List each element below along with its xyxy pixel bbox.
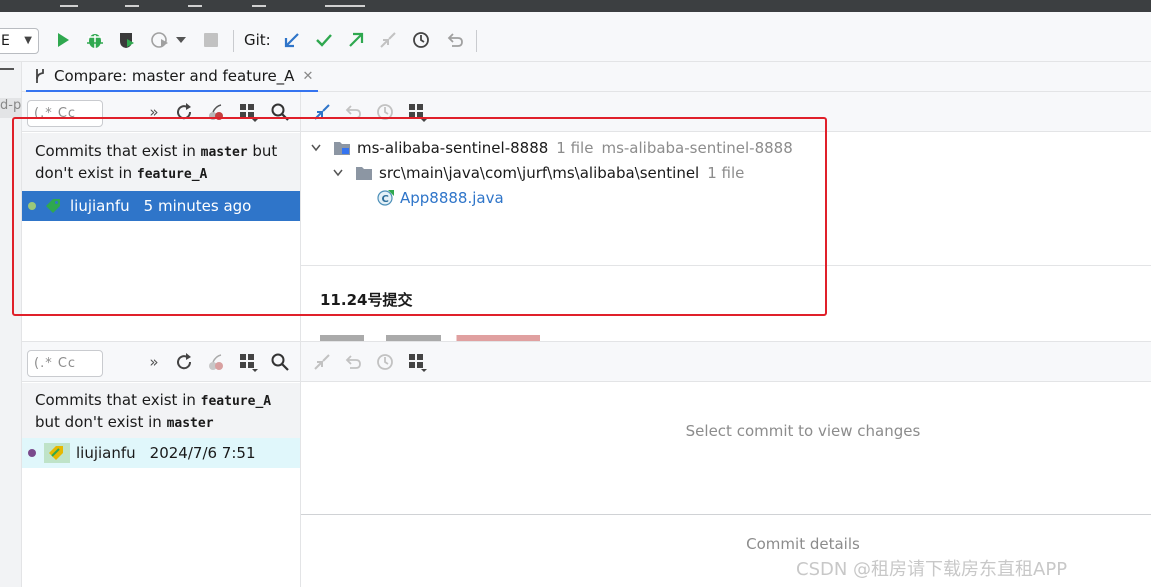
git-update-icon[interactable] [281,29,303,51]
stop-icon[interactable] [200,29,222,51]
commit-author: liujianfu [76,444,136,462]
layout-icon[interactable] [238,352,258,372]
highlight-annotation-box [12,117,827,316]
empty-details-text: Commit details [746,535,860,553]
git-history-icon[interactable] [410,29,432,51]
commit-row[interactable]: liujianfu 2024/7/6 7:51 [22,438,300,468]
search-icon[interactable] [270,352,290,372]
git-commit-icon[interactable] [313,29,335,51]
lower-log-toolbar: (.* Cc » [22,342,300,382]
minimize-icon[interactable] [0,68,14,70]
history-icon[interactable] [375,352,395,372]
cherry-pick-icon[interactable] [206,352,226,372]
lower-list-header: Commits that exist in feature_A but don'… [22,383,300,438]
branch-name: master [166,416,214,431]
run-icon[interactable] [52,29,74,51]
lower-commit-list: Commits that exist in feature_A but don'… [22,383,300,587]
chevron-right-double-icon[interactable]: » [144,352,164,372]
lower-changes-toolbar [301,342,1151,382]
commit-node-dot [28,449,36,457]
tab-title: Compare: master and feature_A [54,67,295,85]
toolbar-separator [233,30,234,52]
editor-tab-bar: Compare: master and feature_A ✕ [22,62,1151,92]
refresh-icon[interactable] [174,352,194,372]
revert-icon[interactable] [343,352,363,372]
git-merge-icon[interactable] [377,29,399,51]
commit-time: 2024/7/6 7:51 [149,444,256,462]
branch-icon [34,68,46,84]
profile-icon[interactable] [150,29,172,51]
header-text: Commits that exist in [35,391,201,409]
empty-changes-text: Select commit to view changes [685,422,921,440]
main-toolbar: E ▼ Git: [0,12,1151,62]
chevron-down-icon[interactable] [174,29,188,51]
tag-icon [44,443,70,463]
clipped-project-label: d-p [0,98,22,118]
lower-changes-empty: Select commit to view changes [301,383,1151,515]
git-push-icon[interactable] [345,29,367,51]
git-label: Git: [244,31,271,49]
header-text: but don't exist in [35,413,167,431]
collapse-icon[interactable] [312,352,332,372]
branch-name: feature_A [200,394,272,409]
window-title-strip [0,0,1151,12]
toolbar-separator [476,30,477,52]
debug-icon[interactable] [84,29,106,51]
group-by-icon[interactable] [407,352,427,372]
lower-search-input[interactable]: (.* Cc [27,350,103,377]
tab-compare-branches[interactable]: Compare: master and feature_A ✕ [26,62,318,92]
coverage-icon[interactable] [116,29,138,51]
run-config-select[interactable]: E ▼ [0,28,39,54]
watermark-text: CSDN @租房请下载房东直租APP [796,559,1068,580]
git-rollback-icon[interactable] [444,29,466,51]
close-icon[interactable]: ✕ [302,69,313,84]
run-config-value: E [1,33,10,49]
chevron-down-icon: ▼ [24,35,32,46]
